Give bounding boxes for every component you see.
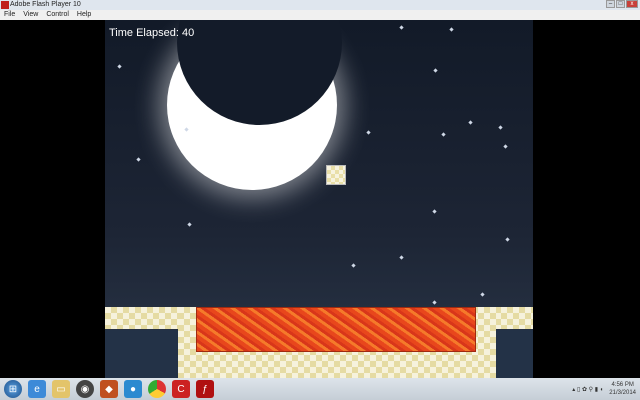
chrome-icon[interactable]: [148, 380, 166, 398]
star: [351, 263, 356, 268]
star: [187, 222, 192, 227]
star: [432, 300, 437, 305]
pit-left: [105, 330, 178, 378]
file-explorer-icon[interactable]: ▭: [52, 380, 70, 398]
pit-right: [496, 330, 533, 378]
star: [503, 144, 508, 149]
star: [441, 132, 446, 137]
player-block: [326, 165, 346, 185]
flash-logo-icon: [1, 1, 9, 9]
star: [433, 68, 438, 73]
star: [449, 27, 454, 32]
menu-help[interactable]: Help: [77, 10, 91, 20]
star: [366, 130, 371, 135]
menu-bar: File View Control Help: [0, 10, 640, 20]
window-title: Adobe Flash Player 10: [10, 1, 81, 8]
star: [117, 64, 122, 69]
menu-file[interactable]: File: [4, 10, 15, 20]
taskbar: ⊞ e ▭ ◉ ◆ ● C ƒ ▴ ▯ ✿ ⚲ ▮ ◖ 4:56 PM 21/3…: [0, 378, 640, 400]
minimize-button[interactable]: –: [606, 0, 615, 8]
time-elapsed: Time Elapsed: 40: [109, 27, 195, 39]
maximize-button[interactable]: □: [616, 0, 625, 8]
close-button[interactable]: x: [626, 0, 638, 8]
internet-explorer-icon[interactable]: e: [28, 380, 46, 398]
star: [399, 25, 404, 30]
lava-pool: [196, 307, 476, 352]
app-icon[interactable]: ◆: [100, 380, 118, 398]
star: [468, 120, 473, 125]
app-c-icon[interactable]: C: [172, 380, 190, 398]
star: [498, 125, 503, 130]
start-button[interactable]: ⊞: [4, 380, 22, 398]
moon: [167, 20, 342, 190]
media-player-icon[interactable]: ◉: [76, 380, 94, 398]
tray-icons[interactable]: ▴ ▯ ✿ ⚲ ▮ ◖: [572, 386, 603, 393]
flash-player-icon[interactable]: ƒ: [196, 380, 214, 398]
title-bar: Adobe Flash Player 10 – □ x: [0, 0, 640, 10]
clock-time: 4:56 PM: [611, 382, 634, 388]
star: [432, 209, 437, 214]
star: [399, 255, 404, 260]
star: [480, 292, 485, 297]
star: [505, 237, 510, 242]
app-icon[interactable]: ●: [124, 380, 142, 398]
menu-view[interactable]: View: [23, 10, 38, 20]
star: [136, 157, 141, 162]
clock[interactable]: 4:56 PM 21/3/2014: [609, 381, 636, 397]
system-tray: ▴ ▯ ✿ ⚲ ▮ ◖ 4:56 PM 21/3/2014: [572, 378, 636, 400]
game-stage[interactable]: Time Elapsed: 40: [105, 20, 533, 378]
menu-control[interactable]: Control: [46, 10, 69, 20]
clock-date: 21/3/2014: [609, 390, 636, 396]
